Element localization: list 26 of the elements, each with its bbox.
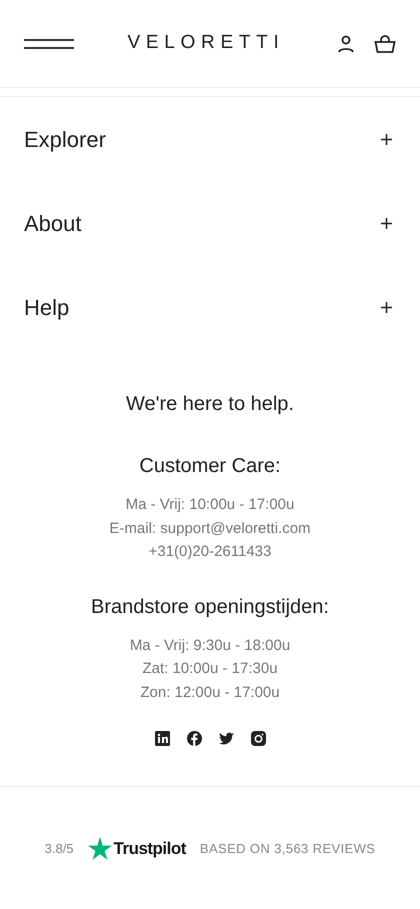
plus-icon — [381, 302, 392, 312]
contact-title: We're here to help. — [126, 392, 294, 417]
plus-icon — [381, 218, 392, 228]
info-line: Ma - Vrij: 9:30u - 18:00u — [130, 636, 290, 656]
star-icon — [88, 837, 112, 860]
logo[interactable]: VELORETTI — [128, 29, 284, 58]
accordion-item[interactable]: Help — [0, 265, 420, 349]
info-line: Ma - Vrij: 10:00u - 17:00u — [126, 495, 294, 515]
accordion-item[interactable]: Explorer — [0, 97, 420, 181]
section-heading: Brandstore openingstijden: — [91, 594, 329, 620]
plus-icon — [381, 134, 392, 144]
info-line: +31(0)20-2611433 — [148, 542, 272, 562]
instagram-icon[interactable] — [250, 731, 266, 746]
twitter-icon[interactable] — [218, 731, 234, 746]
facebook-icon[interactable] — [186, 731, 202, 746]
info-line: Zon: 12:00u - 17:00u — [140, 682, 280, 702]
linkedin-icon[interactable] — [154, 731, 170, 746]
basket-icon[interactable] — [374, 34, 396, 52]
review-count: BASED ON 3,563 REVIEWS — [200, 840, 376, 858]
rating-score: 3.8/5 — [44, 840, 74, 858]
info-line: Zat: 10:00u - 17:30u — [142, 659, 278, 679]
section-heading: Customer Care: — [139, 454, 281, 479]
info-line: E-mail: support@veloretti.com — [109, 518, 311, 538]
account-icon[interactable] — [338, 34, 354, 52]
trustpilot-logo[interactable]: Trustpilot — [114, 836, 186, 862]
accordion-item[interactable]: About — [0, 181, 420, 265]
